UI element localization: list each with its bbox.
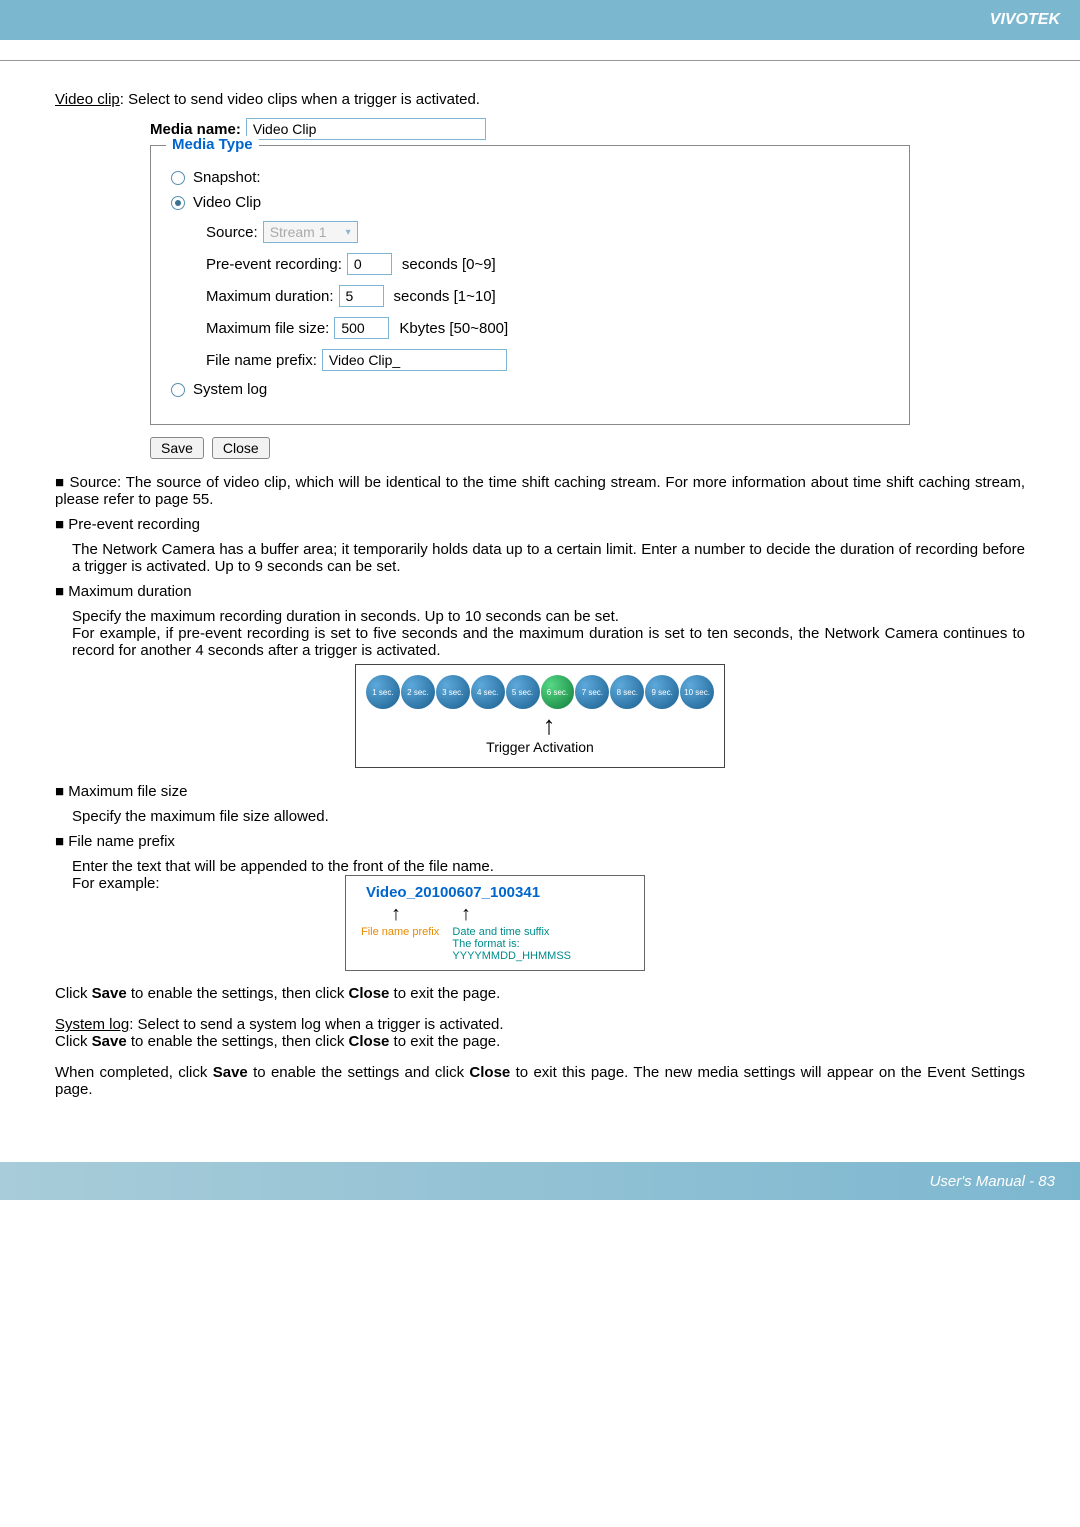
source-row: Source: Stream 1 ▾ bbox=[206, 221, 889, 243]
brand-label: VIVOTEK bbox=[990, 11, 1060, 29]
save-close-para-1: Click Save to enable the settings, then … bbox=[55, 985, 1025, 1002]
example-labels: File name prefix Date and time suffix Th… bbox=[361, 926, 634, 962]
systemlog-para: System log: Select to send a system log … bbox=[55, 1016, 1025, 1050]
snapshot-radio[interactable] bbox=[171, 171, 185, 185]
videoclip-options: Source: Stream 1 ▾ Pre-event recording: … bbox=[206, 221, 889, 371]
max-duration-row: Maximum duration: seconds [1~10] bbox=[206, 285, 889, 307]
prefix-desc: Enter the text that will be appended to … bbox=[55, 858, 1025, 875]
max-duration-desc2: For example, if pre-event recording is s… bbox=[55, 625, 1025, 659]
snapshot-radio-row[interactable]: Snapshot: bbox=[171, 169, 889, 186]
media-name-row: Media name: bbox=[150, 118, 1025, 140]
diagram-circle: 7 sec. bbox=[575, 675, 609, 709]
video-clip-desc: : Select to send video clips when a trig… bbox=[120, 91, 480, 108]
prefix-example-label: For example: bbox=[55, 875, 175, 892]
diagram-circle: 2 sec. bbox=[401, 675, 435, 709]
pre-event-row: Pre-event recording: seconds [0~9] bbox=[206, 253, 889, 275]
example-suffix-block: Date and time suffix The format is: YYYY… bbox=[452, 926, 634, 962]
max-filesize-desc: Specify the maximum file size allowed. bbox=[55, 808, 1025, 825]
max-filesize-input[interactable] bbox=[334, 317, 389, 339]
arrow-up-icon: ↑ bbox=[384, 714, 714, 737]
diagram-circle-highlight: 6 sec. bbox=[541, 675, 575, 709]
diagram-circle: 8 sec. bbox=[610, 675, 644, 709]
media-name-input[interactable] bbox=[246, 118, 486, 140]
trigger-activation-label: Trigger Activation bbox=[366, 739, 714, 755]
save-button[interactable]: Save bbox=[150, 437, 204, 459]
button-row: Save Close bbox=[150, 437, 1025, 459]
source-value: Stream 1 bbox=[270, 224, 327, 240]
videoclip-label: Video Clip bbox=[193, 194, 261, 211]
systemlog-desc: : Select to send a system log when a tri… bbox=[129, 1016, 503, 1033]
example-suffix-label2: The format is: YYYYMMDD_HHMMSS bbox=[452, 938, 634, 962]
prefix-label: File name prefix: bbox=[206, 352, 317, 369]
pre-event-title: ■ Pre-event recording bbox=[55, 516, 1025, 533]
example-prefix-label: File name prefix bbox=[361, 926, 452, 962]
diagram-circle: 5 sec. bbox=[506, 675, 540, 709]
trigger-diagram: 1 sec. 2 sec. 3 sec. 4 sec. 5 sec. 6 sec… bbox=[355, 664, 725, 768]
max-duration-label: Maximum duration: bbox=[206, 288, 334, 305]
max-filesize-row: Maximum file size: Kbytes [50~800] bbox=[206, 317, 889, 339]
max-filesize-label: Maximum file size: bbox=[206, 320, 329, 337]
page-content: Video clip: Select to send video clips w… bbox=[0, 61, 1080, 1142]
final-para: When completed, click Save to enable the… bbox=[55, 1064, 1025, 1098]
arrow-up-icon: ↑ bbox=[391, 904, 401, 924]
systemlog-radio[interactable] bbox=[171, 383, 185, 397]
media-form-screenshot: Media name: Media Type Snapshot: Video C… bbox=[150, 118, 1025, 459]
footer-text: User's Manual - 83 bbox=[930, 1173, 1055, 1190]
video-clip-title: Video clip bbox=[55, 91, 120, 108]
source-select[interactable]: Stream 1 ▾ bbox=[263, 221, 358, 243]
pre-event-input[interactable] bbox=[347, 253, 392, 275]
videoclip-radio[interactable] bbox=[171, 196, 185, 210]
systemlog-label: System log bbox=[193, 381, 267, 398]
pre-event-hint: seconds [0~9] bbox=[402, 256, 496, 273]
video-clip-intro: Video clip: Select to send video clips w… bbox=[55, 91, 1025, 108]
close-button[interactable]: Close bbox=[212, 437, 270, 459]
diagram-circles: 1 sec. 2 sec. 3 sec. 4 sec. 5 sec. 6 sec… bbox=[366, 675, 714, 709]
example-filename: Video_20100607_100341 bbox=[366, 884, 634, 901]
example-arrows: ↑ ↑ bbox=[391, 904, 634, 924]
max-duration-input[interactable] bbox=[339, 285, 384, 307]
source-label: Source: bbox=[206, 224, 258, 241]
pre-event-desc: The Network Camera has a buffer area; it… bbox=[55, 541, 1025, 575]
media-type-legend: Media Type bbox=[166, 136, 259, 153]
chevron-down-icon: ▾ bbox=[346, 227, 351, 238]
pre-event-label: Pre-event recording: bbox=[206, 256, 342, 273]
media-name-label: Media name: bbox=[150, 121, 241, 138]
diagram-circle: 9 sec. bbox=[645, 675, 679, 709]
max-duration-hint: seconds [1~10] bbox=[394, 288, 496, 305]
systemlog-radio-row[interactable]: System log bbox=[171, 381, 889, 398]
videoclip-radio-row[interactable]: Video Clip bbox=[171, 194, 889, 211]
prefix-input[interactable] bbox=[322, 349, 507, 371]
max-duration-title: ■ Maximum duration bbox=[55, 583, 1025, 600]
max-filesize-title: ■ Maximum file size bbox=[55, 783, 1025, 800]
diagram-circle: 3 sec. bbox=[436, 675, 470, 709]
diagram-circle: 4 sec. bbox=[471, 675, 505, 709]
filename-example-box: Video_20100607_100341 ↑ ↑ File name pref… bbox=[345, 875, 645, 971]
max-filesize-hint: Kbytes [50~800] bbox=[399, 320, 508, 337]
example-suffix-label1: Date and time suffix bbox=[452, 926, 634, 938]
source-paragraph: ■ Source: The source of video clip, whic… bbox=[55, 474, 1025, 508]
footer-bar: User's Manual - 83 bbox=[0, 1162, 1080, 1200]
media-type-fieldset: Media Type Snapshot: Video Clip Source: … bbox=[150, 145, 910, 425]
diagram-circle: 1 sec. bbox=[366, 675, 400, 709]
prefix-row: File name prefix: bbox=[206, 349, 889, 371]
prefix-title: ■ File name prefix bbox=[55, 833, 1025, 850]
systemlog-title: System log bbox=[55, 1016, 129, 1033]
diagram-circle: 10 sec. bbox=[680, 675, 714, 709]
arrow-up-icon: ↑ bbox=[461, 904, 471, 924]
header-bar: VIVOTEK bbox=[0, 0, 1080, 40]
max-duration-desc1: Specify the maximum recording duration i… bbox=[55, 608, 1025, 625]
snapshot-label: Snapshot: bbox=[193, 169, 261, 186]
prefix-example-wrap: For example: Video_20100607_100341 ↑ ↑ F… bbox=[55, 875, 1025, 971]
